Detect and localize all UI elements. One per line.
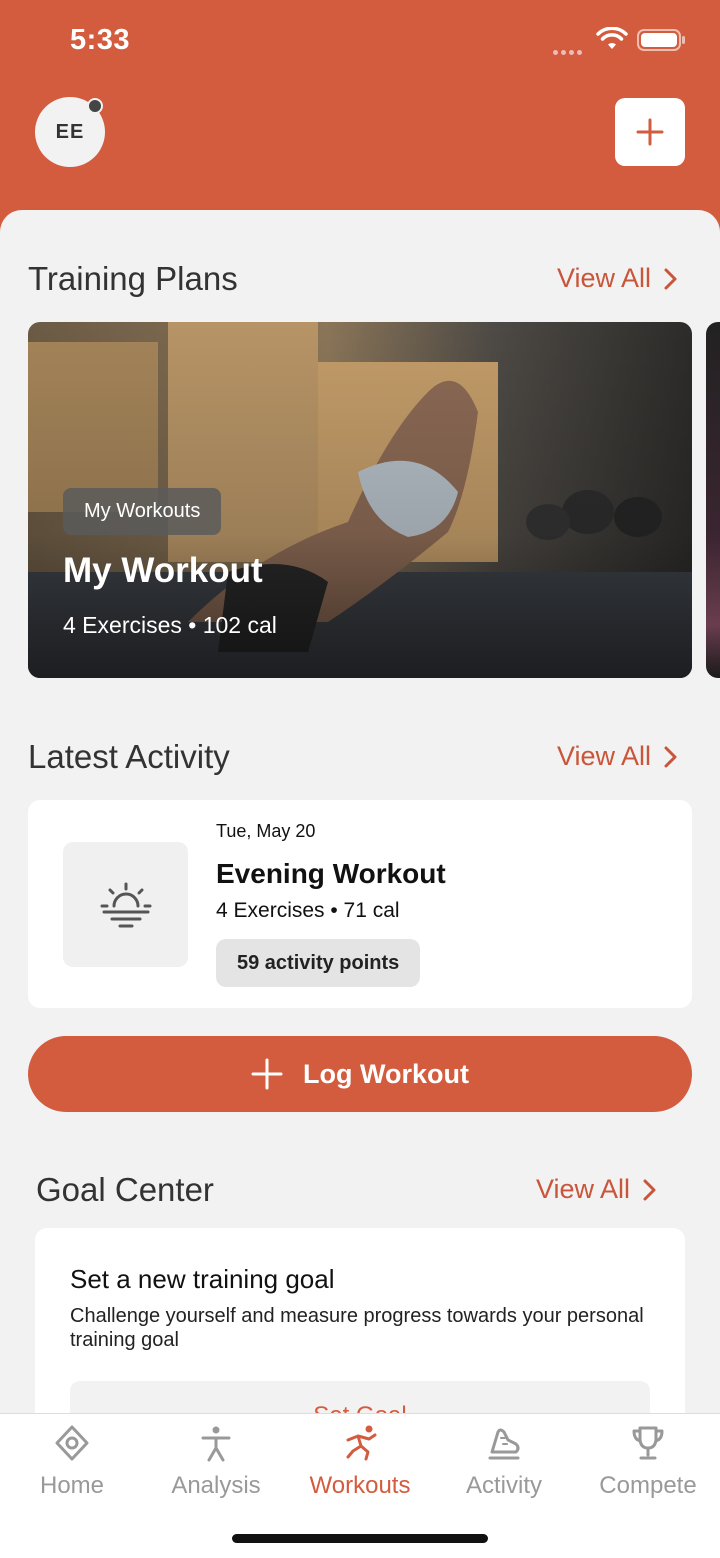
tab-analysis[interactable]: Analysis (144, 1424, 288, 1514)
signal-icon (553, 42, 585, 60)
activity-title: Evening Workout (216, 858, 446, 889)
workouts-icon (346, 1425, 377, 1461)
tab-home[interactable]: Home (0, 1424, 144, 1514)
notification-dot (87, 98, 103, 114)
battery-icon (637, 29, 685, 51)
tab-activity[interactable]: Activity (432, 1424, 576, 1514)
plan-meta: 4 Exercises • 102 cal (63, 612, 277, 638)
view-all-label: View All (536, 1174, 631, 1204)
view-all-label: View All (557, 741, 652, 771)
latest-activity-title: Latest Activity (28, 738, 230, 775)
activity-icon (488, 1428, 520, 1460)
tab-label: Home (39, 1472, 105, 1499)
training-plan-card-next[interactable] (706, 322, 720, 678)
goal-center-view-all[interactable]: View All (536, 1174, 658, 1205)
tab-workouts[interactable]: Workouts (288, 1424, 432, 1514)
training-plans-title: Training Plans (28, 260, 238, 297)
activity-date: Tue, May 20 (216, 821, 316, 841)
tab-label: Workouts (309, 1472, 411, 1499)
activity-thumbnail (63, 842, 188, 967)
chevron-right-icon (664, 268, 677, 289)
sunset-icon (100, 882, 151, 927)
chevron-right-icon (643, 1179, 656, 1200)
training-plans-view-all[interactable]: View All (557, 263, 679, 294)
analysis-icon (201, 1426, 231, 1462)
goal-card-description: Challenge yourself and measure progress … (70, 1305, 644, 1351)
status-time: 5:33 (70, 24, 131, 56)
log-workout-button[interactable]: Log Workout (28, 1036, 692, 1112)
plan-tag: My Workouts (63, 488, 222, 535)
chevron-right-icon (664, 746, 677, 767)
wifi-icon (596, 27, 628, 49)
tab-label: Compete (599, 1472, 697, 1499)
trophy-icon (632, 1426, 664, 1460)
view-all-label: View All (557, 263, 652, 293)
tab-compete[interactable]: Compete (576, 1424, 720, 1514)
home-indicator (232, 1534, 488, 1543)
goal-card-title: Set a new training goal (70, 1264, 335, 1294)
add-button[interactable] (615, 98, 685, 166)
tab-label: Analysis (171, 1472, 261, 1499)
home-icon (55, 1425, 89, 1461)
activity-points-badge: 59 activity points (216, 939, 421, 987)
plus-icon (636, 118, 664, 146)
plus-icon (251, 1058, 283, 1090)
latest-activity-view-all[interactable]: View All (557, 741, 679, 772)
goal-center-title: Goal Center (36, 1171, 214, 1208)
activity-meta: 4 Exercises • 71 cal (216, 899, 400, 922)
tab-label: Activity (465, 1472, 542, 1499)
plan-title: My Workout (63, 551, 263, 590)
log-workout-label: Log Workout (303, 1058, 469, 1089)
